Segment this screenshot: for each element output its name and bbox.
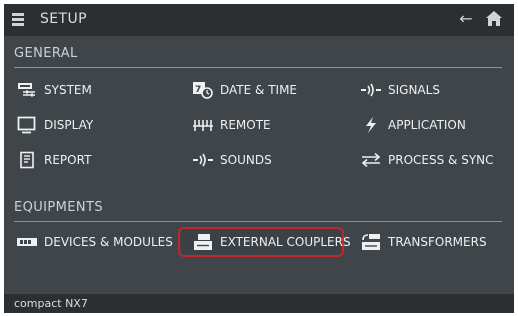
menu-item-remote[interactable]: REMOTE xyxy=(192,112,271,138)
menu-item-devices-modules[interactable]: DEVICES & MODULES xyxy=(16,229,173,255)
menu-item-application[interactable]: APPLICATION xyxy=(360,112,466,138)
menu-item-label: TRANSFORMERS xyxy=(388,235,487,249)
lightning-icon xyxy=(360,116,382,134)
menu-item-label: REMOTE xyxy=(220,118,271,132)
menu-item-external-couplers[interactable]: EXTERNAL COUPLERS xyxy=(192,229,351,255)
status-bar: compact NX7 xyxy=(4,294,514,313)
title-bar: SETUP ← xyxy=(4,4,514,36)
menu-item-label: EXTERNAL COUPLERS xyxy=(220,235,351,249)
menu-item-date-time[interactable]: 7 DATE & TIME xyxy=(192,77,297,103)
menu-item-label: DATE & TIME xyxy=(220,83,298,97)
system-icon xyxy=(16,81,38,99)
sync-arrows-icon xyxy=(360,151,382,169)
section-label-general: GENERAL xyxy=(14,46,78,61)
transformer-icon xyxy=(360,233,382,251)
menu-item-label: DEVICES & MODULES xyxy=(44,235,173,249)
menu-item-label: SYSTEM xyxy=(44,83,92,97)
device-name: compact NX7 xyxy=(14,297,88,310)
divider xyxy=(14,221,502,222)
monitor-icon xyxy=(16,116,38,134)
signals-icon xyxy=(360,81,382,99)
page-title: SETUP xyxy=(40,11,87,27)
coupler-icon xyxy=(192,233,214,251)
hamburger-icon[interactable] xyxy=(12,13,24,27)
menu-item-system[interactable]: SYSTEM xyxy=(16,77,92,103)
calendar-clock-icon: 7 xyxy=(192,81,214,99)
divider xyxy=(14,67,502,68)
module-icon xyxy=(16,233,38,251)
report-icon xyxy=(16,151,38,169)
menu-item-label: PROCESS & SYNC xyxy=(388,153,494,167)
menu-item-display[interactable]: DISPLAY xyxy=(16,112,93,138)
section-label-equipments: EQUIPMENTS xyxy=(14,200,103,215)
menu-item-label: REPORT xyxy=(44,153,92,167)
menu-item-label: APPLICATION xyxy=(388,118,466,132)
back-arrow-icon[interactable]: ← xyxy=(456,9,476,29)
menu-item-sounds[interactable]: SOUNDS xyxy=(192,147,272,173)
menu-item-process-sync[interactable]: PROCESS & SYNC xyxy=(360,147,494,173)
sounds-icon xyxy=(192,151,214,169)
menu-item-transformers[interactable]: TRANSFORMERS xyxy=(360,229,487,255)
remote-icon xyxy=(192,116,214,134)
menu-item-signals[interactable]: SIGNALS xyxy=(360,77,440,103)
home-icon[interactable] xyxy=(484,9,504,29)
svg-text:7: 7 xyxy=(195,85,201,95)
menu-item-report[interactable]: REPORT xyxy=(16,147,91,173)
menu-item-label: DISPLAY xyxy=(44,118,94,132)
setup-screen: SETUP ← GENERAL SYSTEM 7 DATE & TIME SIG… xyxy=(4,4,514,313)
menu-item-label: SOUNDS xyxy=(220,153,272,167)
menu-item-label: SIGNALS xyxy=(388,83,440,97)
